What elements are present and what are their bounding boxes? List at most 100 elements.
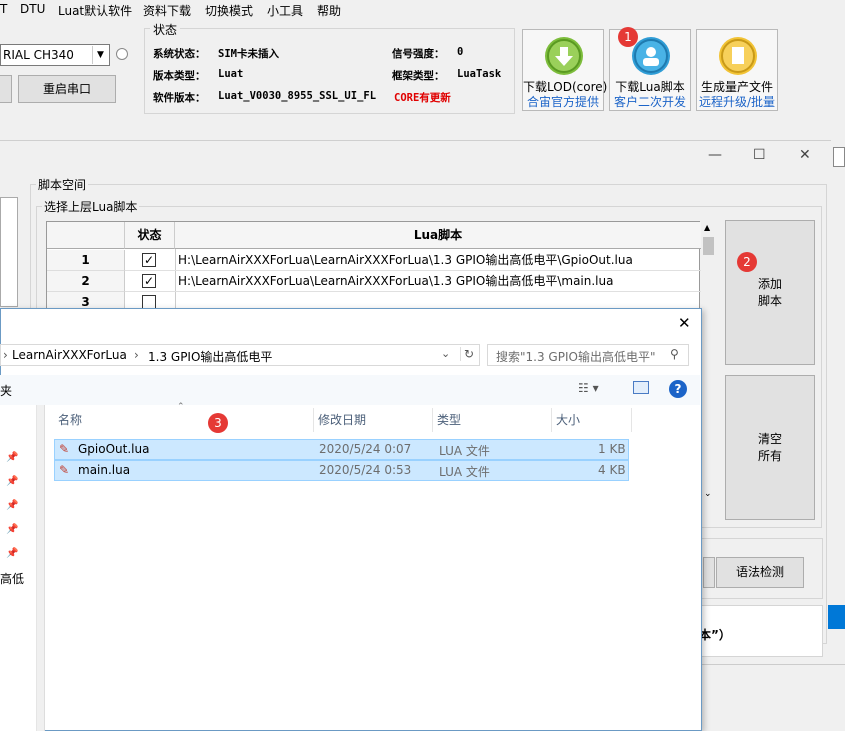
system-status-value: SIM卡未插入 [218,48,279,60]
preview-pane-icon[interactable] [633,381,649,394]
scroll-up-icon[interactable]: ▲ [704,223,710,232]
file-size: 1 KB [598,442,626,456]
blue-button-edge[interactable] [828,605,845,629]
open-file-dialog: ✕ [0,308,702,731]
lua-file-icon: ✎ [59,463,70,477]
port-radio[interactable] [116,48,128,60]
download-lod-button[interactable]: 下载LOD(core) 合宙官方提供 [522,29,607,111]
script-table: 状态 Lua脚本 1 2 3 ✓ ✓ H:\LearnAirXXXForLua\… [46,221,701,313]
search-icon[interactable]: ⚲ [670,347,679,361]
generate-production-sublabel: 远程升级/批量 [698,95,776,109]
help-icon[interactable]: ? [669,380,687,398]
breadcrumb-chevron-icon: › [134,348,139,362]
column-header-status[interactable]: 状态 [125,222,175,249]
pin-icon[interactable]: 📌 [6,452,18,463]
table-scrollbar[interactable]: ▲ ⌄ [701,221,716,505]
file-date: 2020/5/24 0:07 [319,442,412,456]
lua-file-icon: ✎ [59,442,70,456]
pin-icon[interactable]: 📌 [6,476,18,487]
table-corner [47,222,125,249]
file-type: LUA 文件 [439,444,490,458]
row-checkbox[interactable]: ✓ [142,253,156,267]
frame-type-label: 框架类型： [392,70,445,82]
breadcrumb-item[interactable]: 1.3 GPIO输出高低电平 [148,348,272,365]
menu-item[interactable]: T [0,2,7,16]
chevron-down-icon[interactable]: ⌄ [441,347,450,360]
pin-icon[interactable]: 📌 [6,524,18,535]
lower-text: 本”） [699,628,731,642]
upper-lua-legend: 选择上层Lua脚本 [42,198,140,215]
close-icon[interactable]: ✕ [799,147,811,163]
side-dropdown[interactable] [833,147,845,167]
document-icon [719,37,757,75]
navigation-pane: 📌 📌 📌 📌 📌 高低 [0,405,37,731]
chevron-down-icon[interactable]: ▼ [92,46,108,64]
view-options-icon[interactable]: ☷ ▾ [578,381,599,395]
menu-item-switch-mode[interactable]: 切换模式 [205,2,253,19]
maximize-icon[interactable]: ☐ [753,147,766,163]
clear-all-button[interactable]: 清空 所有 [725,375,815,520]
menu-item-downloads[interactable]: 资料下载 [143,2,191,19]
signal-label: 信号强度： [392,48,445,60]
download-arrow-icon [545,37,583,75]
file-row[interactable]: ✎ GpioOut.lua 2020/5/24 0:07 LUA 文件 1 KB [54,439,629,460]
breadcrumb-item[interactable]: LearnAirXXXForLua [12,348,127,362]
software-version-label: 软件版本： [153,92,206,104]
download-lua-sublabel: 客户二次开发 [613,95,686,109]
menu-item-tools[interactable]: 小工具 [267,2,303,19]
file-date: 2020/5/24 0:53 [319,463,412,477]
scroll-down-icon[interactable]: ⌄ [704,489,712,499]
clear-all-line1: 清空 [757,432,782,446]
version-type-label: 版本类型： [153,70,206,82]
search-placeholder: 搜索"1.3 GPIO输出高低电平" [496,350,656,364]
minimize-icon[interactable]: — [708,147,722,163]
row-number: 1 [47,250,125,271]
generate-production-button[interactable]: 生成量产文件 远程升级/批量 [696,29,778,111]
search-input[interactable]: 搜索"1.3 GPIO输出高低电平" ⚲ [487,344,689,366]
menu-item-help[interactable]: 帮助 [317,2,341,19]
file-name: main.lua [78,463,131,477]
nav-splitter[interactable] [37,405,45,731]
left-list-panel [0,197,18,307]
restart-port-button[interactable]: 重启串口 [18,75,116,103]
scroll-thumb[interactable] [703,237,714,255]
row-checkbox[interactable] [142,295,156,309]
file-row[interactable]: ✎ main.lua 2020/5/24 0:53 LUA 文件 4 KB [54,460,629,481]
column-header-name[interactable]: 名称 [54,408,314,432]
menu-bar: T DTU Luat默认软件 资料下载 切换模式 小工具 帮助 [0,0,845,20]
row-checkbox[interactable]: ✓ [142,274,156,288]
status-legend: 状态 [150,21,181,38]
column-header-size[interactable]: 大小 [552,408,632,432]
add-script-button[interactable]: 添加 脚本 [725,220,815,365]
refresh-icon[interactable]: ↻ [460,347,474,361]
script-space-legend: 脚本空间 [36,176,89,193]
pin-icon[interactable]: 📌 [6,548,18,559]
column-header-script[interactable]: Lua脚本 [175,222,701,249]
script-path[interactable]: H:\LearnAirXXXForLua\LearnAirXXXForLua\1… [178,271,613,292]
add-script-line1: 添加 [757,277,782,291]
menu-item-luat-default[interactable]: Luat默认软件 [58,2,132,19]
core-update-note: CORE有更新 [394,92,451,104]
partial-button[interactable] [703,557,715,588]
column-header-date[interactable]: 修改日期 [314,408,433,432]
new-folder-label[interactable]: 夹 [0,382,12,399]
column-header-type[interactable]: 类型 [433,408,552,432]
step-badge-2: 2 [737,252,757,272]
software-version-value: Luat_V0030_8955_SSL_UI_FL [218,90,377,102]
breadcrumb-chevron-icon: › [3,348,8,362]
bottom-area [700,664,845,731]
script-path[interactable]: H:\LearnAirXXXForLua\LearnAirXXXForLua\1… [178,250,633,271]
menu-item-dtu[interactable]: DTU [20,2,45,16]
nav-item[interactable]: 高低 [0,570,24,587]
version-type-value: Luat [218,68,244,80]
port-select[interactable]: RIAL CH340 ▼ [0,44,110,66]
row-number: 2 [47,271,125,292]
address-bar[interactable]: › LearnAirXXXForLua › 1.3 GPIO输出高低电平 ⌄ ↻ [0,344,480,366]
pin-icon[interactable]: 📌 [6,500,18,511]
dialog-toolbar: 夹 ☷ ▾ ? [0,375,700,405]
file-size: 4 KB [598,463,626,477]
syntax-check-button[interactable]: 语法检测 [716,557,804,588]
file-name: GpioOut.lua [78,442,150,456]
open-port-button[interactable] [0,75,12,103]
dialog-close-icon[interactable]: ✕ [678,314,691,332]
